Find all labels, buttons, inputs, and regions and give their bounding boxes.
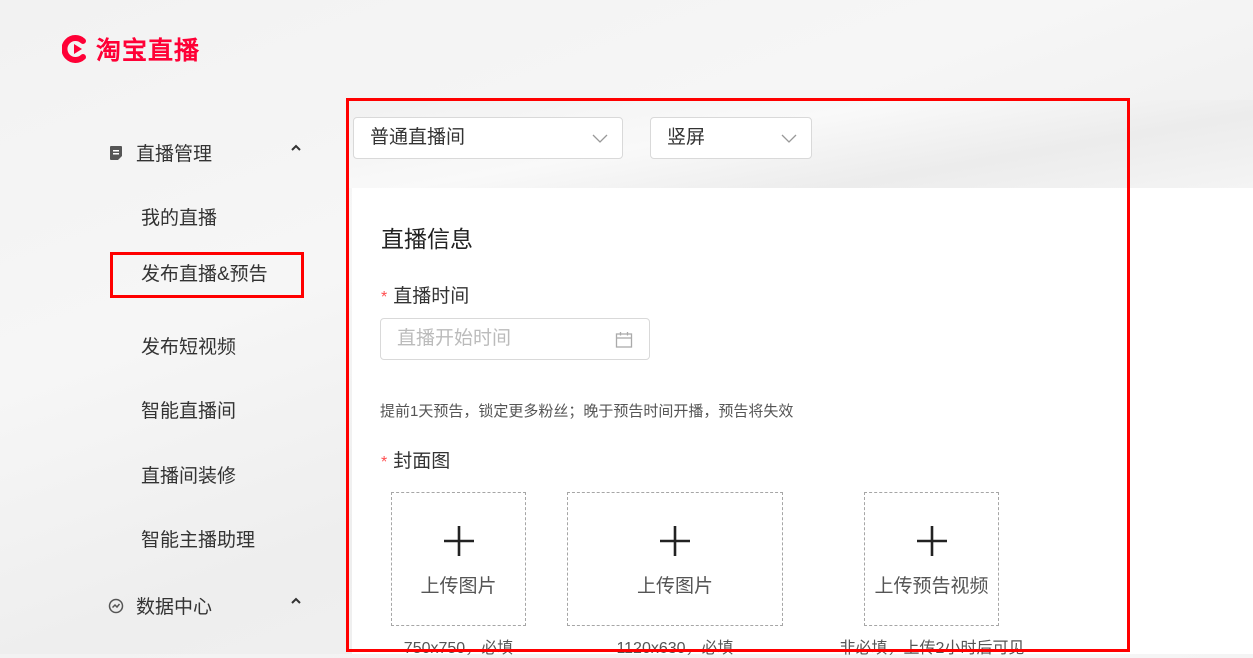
upload-label: 上传预告视频 bbox=[874, 576, 989, 597]
sidebar-group-live-management[interactable]: 直播管理 bbox=[108, 139, 308, 166]
sidebar-item-smart-anchor-assistant[interactable]: 智能主播助理 bbox=[141, 525, 255, 552]
plus-icon bbox=[916, 526, 947, 556]
trend-circle-icon bbox=[108, 598, 124, 613]
sidebar-item-my-live[interactable]: 我的直播 bbox=[141, 203, 217, 230]
live-time-label: * 直播时间 bbox=[381, 281, 469, 308]
sidebar-item-publish-live[interactable]: 发布直播&预告 bbox=[110, 252, 304, 298]
sidebar-group-label: 直播管理 bbox=[136, 144, 213, 165]
brand-name: 淘宝直播 bbox=[96, 37, 201, 65]
live-start-time-placeholder: 直播开始时间 bbox=[397, 328, 512, 349]
room-type-value: 普通直播间 bbox=[370, 127, 466, 148]
upload-preview-video-button[interactable]: 上传预告视频 bbox=[864, 492, 999, 626]
sidebar-item-room-decoration[interactable]: 直播间装修 bbox=[141, 461, 236, 488]
plus-icon bbox=[443, 526, 474, 556]
section-title: 直播信息 bbox=[381, 226, 473, 252]
chevron-down-icon bbox=[592, 134, 608, 143]
chevron-up-icon bbox=[291, 144, 301, 151]
live-time-label-text: 直播时间 bbox=[393, 286, 470, 307]
cover-image-label: * 封面图 bbox=[381, 446, 450, 473]
plus-icon bbox=[660, 526, 690, 556]
upload-label: 上传图片 bbox=[636, 576, 713, 597]
taobao-live-logo[interactable]: 淘宝直播 bbox=[62, 31, 200, 67]
required-mark: * bbox=[381, 289, 388, 306]
calendar-icon bbox=[615, 332, 633, 348]
sidebar-item-smart-live-room[interactable]: 智能直播间 bbox=[141, 396, 236, 423]
chevron-up-icon bbox=[291, 597, 301, 604]
live-time-hint: 提前1天预告，锁定更多粉丝；晚于预告时间开播，预告将失效 bbox=[380, 403, 794, 420]
sidebar-group-data-center[interactable]: 数据中心 bbox=[108, 592, 308, 619]
upload-wide-image-button[interactable]: 上传图片 bbox=[567, 492, 783, 626]
required-mark: * bbox=[381, 454, 388, 471]
sidebar-item-publish-short-video[interactable]: 发布短视频 bbox=[141, 332, 236, 359]
upload-caption: 1120x630，必填 bbox=[616, 640, 734, 657]
sidebar-group-label: 数据中心 bbox=[136, 597, 213, 618]
room-type-select[interactable]: 普通直播间 bbox=[353, 117, 623, 159]
live-start-time-input[interactable]: 直播开始时间 bbox=[380, 318, 650, 360]
upload-label: 上传图片 bbox=[420, 576, 497, 597]
cover-image-label-text: 封面图 bbox=[393, 451, 451, 472]
upload-caption: 750x750，必填 bbox=[403, 640, 514, 657]
orientation-select[interactable]: 竖屏 bbox=[650, 117, 812, 159]
taobao-live-logo-icon bbox=[62, 35, 86, 63]
document-icon bbox=[110, 145, 122, 160]
upload-caption: 非必填，上传2小时后可见 bbox=[839, 640, 1025, 657]
chevron-down-icon bbox=[781, 134, 797, 143]
upload-square-image-button[interactable]: 上传图片 bbox=[391, 492, 526, 626]
orientation-value: 竖屏 bbox=[667, 127, 706, 148]
